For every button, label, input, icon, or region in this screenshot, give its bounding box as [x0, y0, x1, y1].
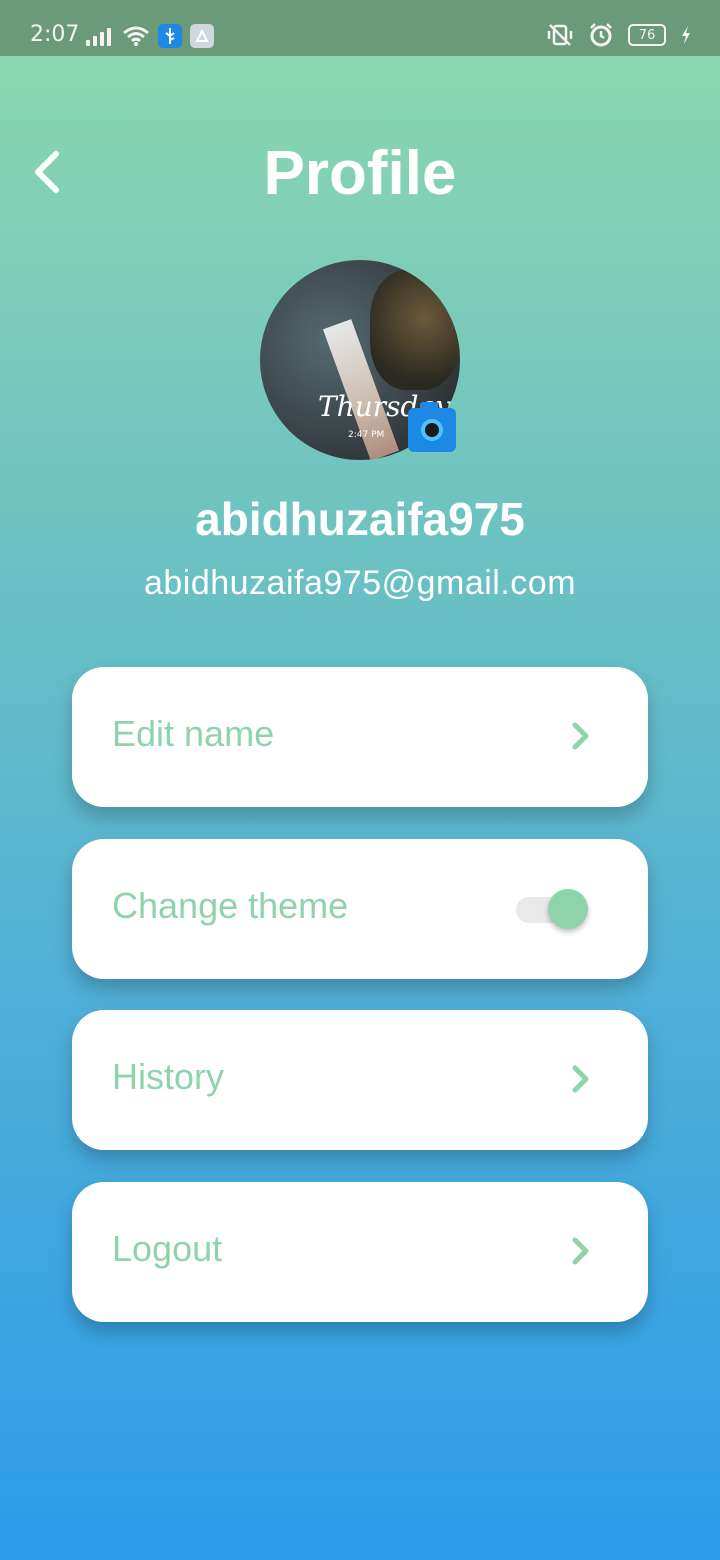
edit-name-button[interactable]: Edit name [72, 667, 648, 807]
status-time: 2:07 [30, 22, 80, 47]
avatar-background [370, 270, 460, 390]
charging-icon [682, 26, 690, 44]
logout-button[interactable]: Logout [72, 1182, 648, 1322]
toggle-knob [548, 889, 588, 929]
camera-icon[interactable] [408, 402, 456, 452]
chevron-right-icon [572, 722, 589, 750]
avatar-overlay-time: 2:47 PM [348, 430, 385, 440]
menu-item-label: History [112, 1056, 225, 1097]
chevron-right-icon [572, 1237, 589, 1265]
page-title: Profile [263, 139, 457, 208]
theme-toggle[interactable] [516, 887, 588, 929]
camera-tab [420, 402, 438, 410]
battery-level: 76 [638, 27, 656, 43]
status-right-icons: 76 [546, 22, 692, 48]
camera-lens [421, 419, 443, 441]
avatar-container[interactable]: Thursday 2:47 PM [260, 260, 460, 460]
menu-item-label: Edit name [112, 713, 275, 754]
change-theme-row: Change theme [72, 839, 648, 979]
usb-icon [158, 24, 182, 48]
vibrate-off-icon [547, 24, 573, 46]
history-button[interactable]: History [72, 1010, 648, 1150]
hub-icon [190, 24, 214, 48]
status-bar: 2:07 76 [0, 0, 720, 56]
menu-item-label: Change theme [112, 885, 349, 926]
status-left-icons [86, 24, 214, 48]
battery-icon: 76 [628, 24, 666, 46]
alarm-icon [590, 23, 612, 47]
header: Profile [0, 120, 720, 220]
email: abidhuzaifa975@gmail.com [143, 564, 577, 602]
username: abidhuzaifa975 [195, 493, 525, 545]
signal-icon [86, 26, 114, 46]
menu-item-label: Logout [112, 1228, 223, 1269]
chevron-right-icon [572, 1065, 589, 1093]
wifi-icon [123, 26, 149, 46]
